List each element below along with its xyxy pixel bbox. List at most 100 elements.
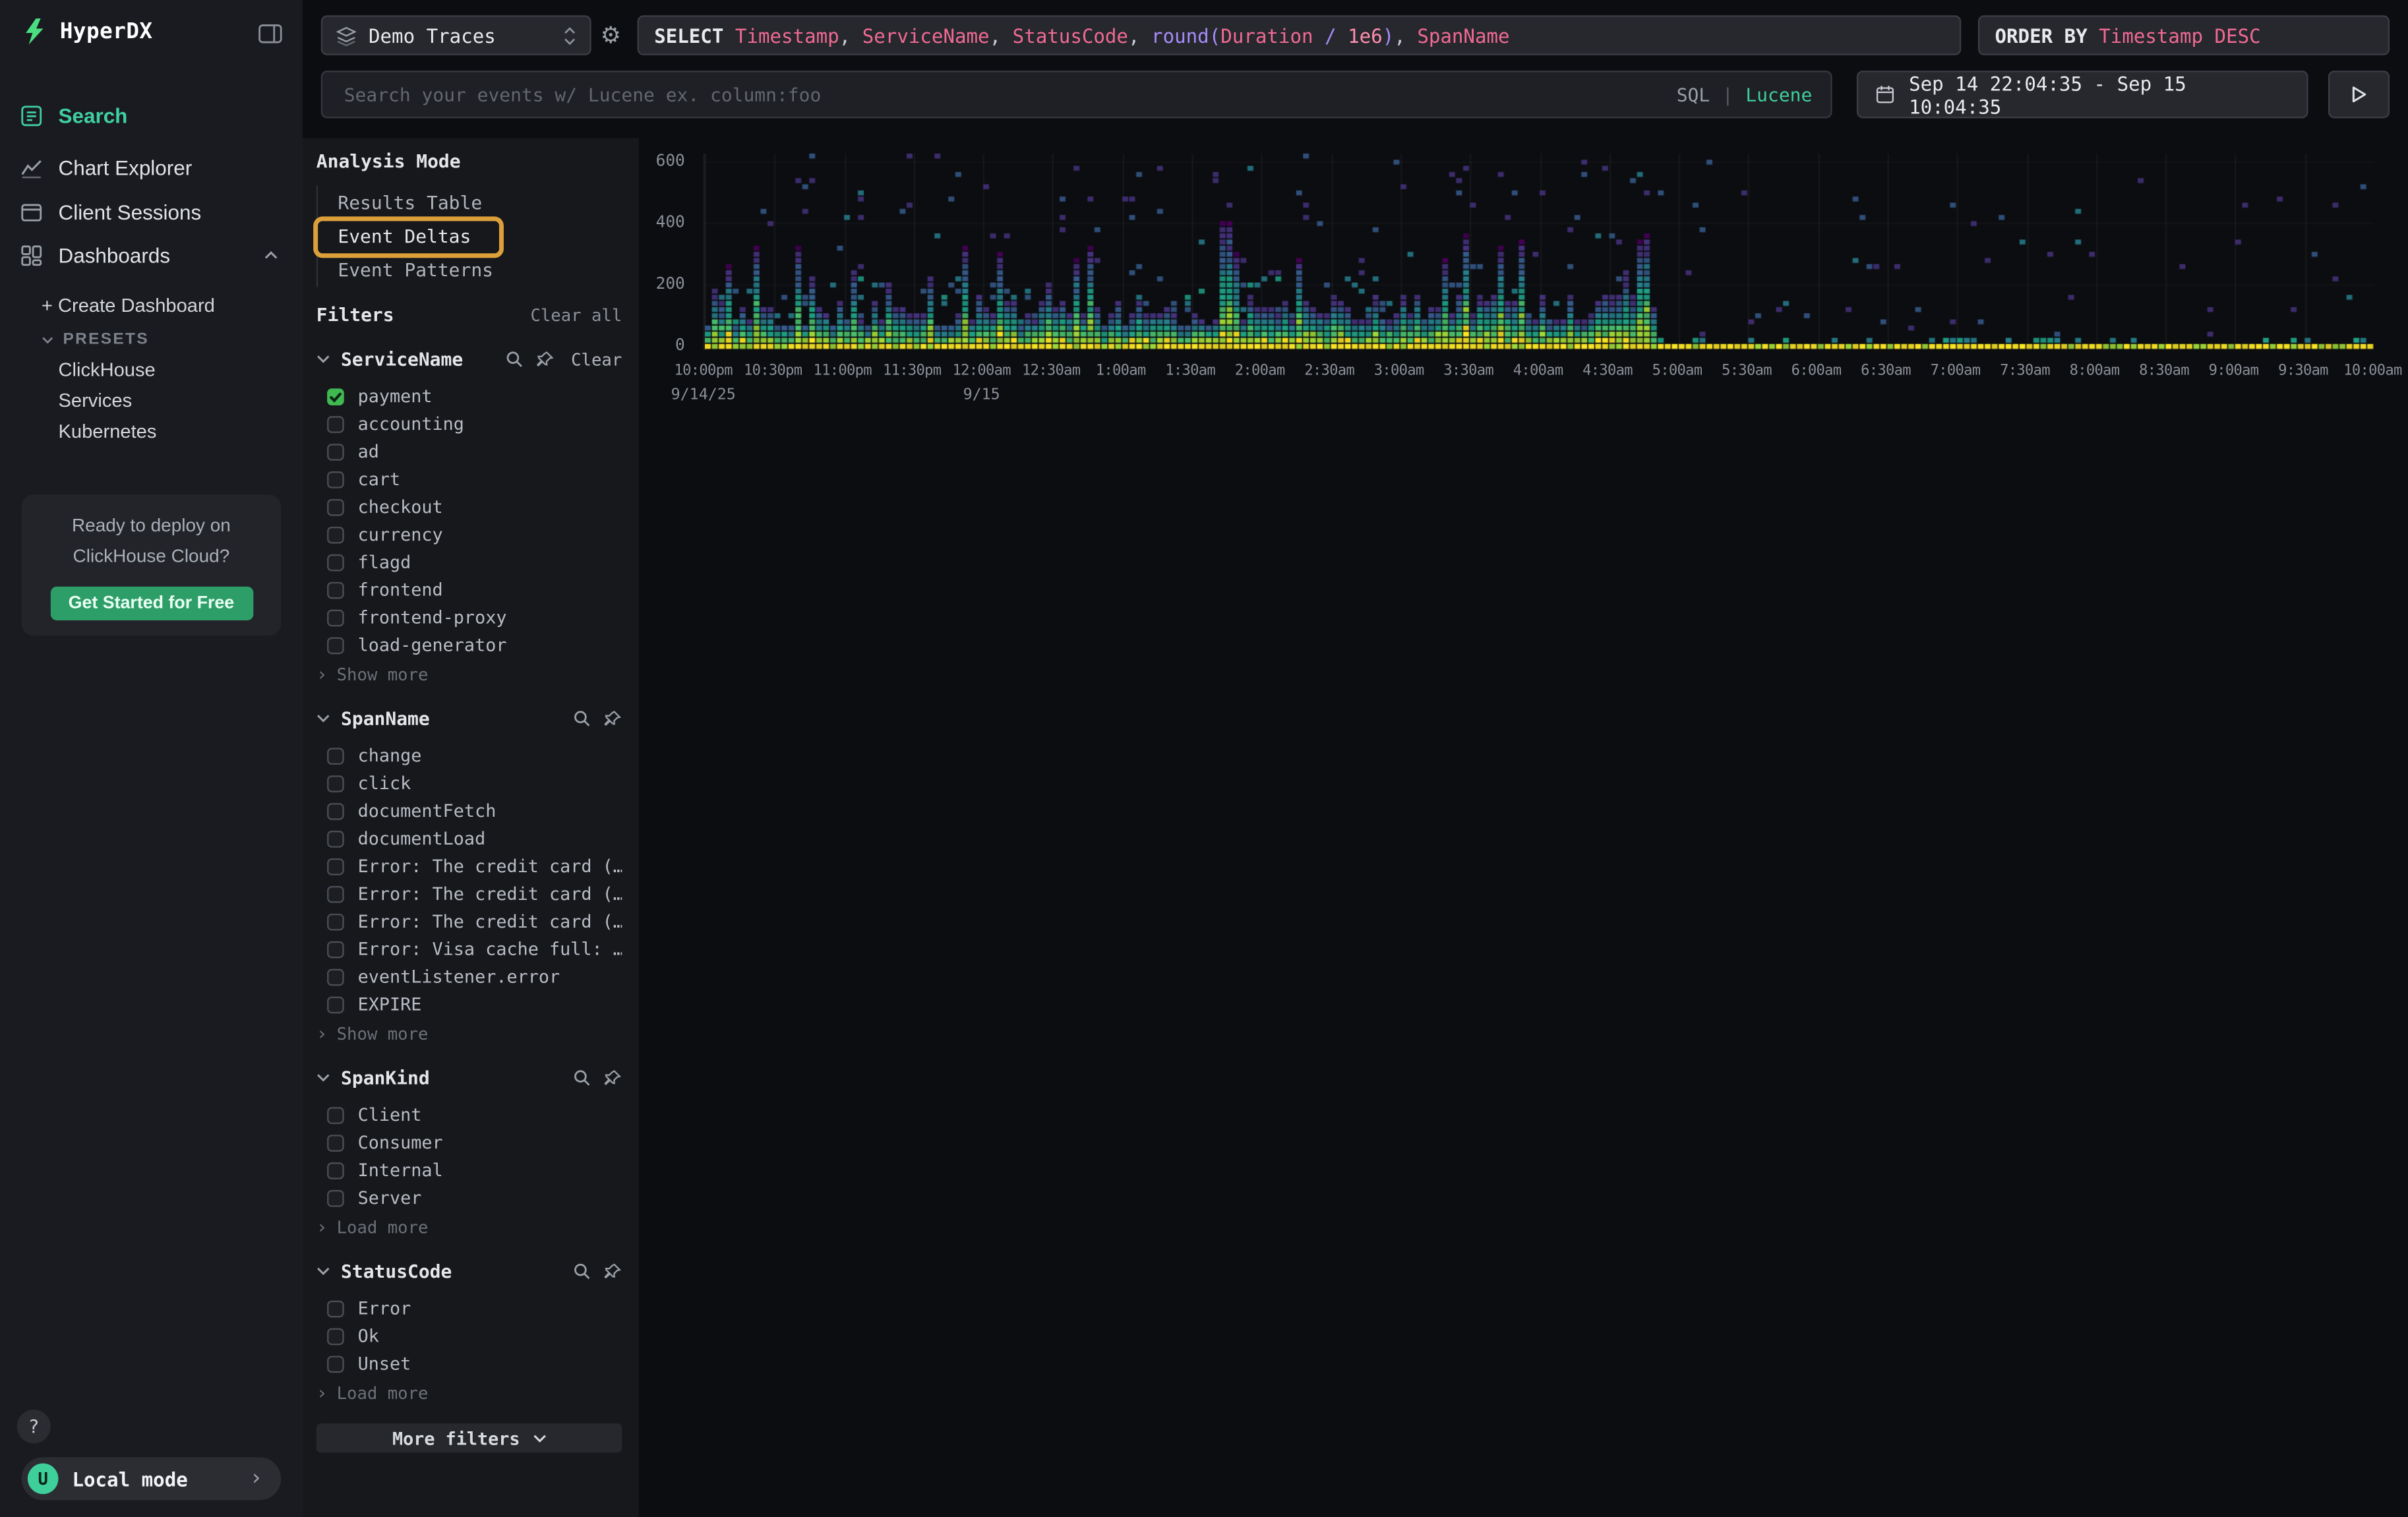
facet-option-server[interactable]: Server [316,1184,622,1212]
facet-option-flagd[interactable]: flagd [316,548,622,576]
search-input[interactable] [341,82,1664,107]
checkbox[interactable] [327,996,344,1013]
checkbox[interactable] [327,775,344,792]
checkbox[interactable] [327,415,344,432]
run-query-button[interactable] [2328,71,2390,118]
checkbox[interactable] [327,443,344,460]
facet-option-frontend-proxy[interactable]: frontend-proxy [316,603,622,631]
checkbox[interactable] [327,1106,344,1123]
presets-section-header[interactable]: PRESETS [42,330,149,349]
sidebar-item-search[interactable]: Search [0,94,303,136]
facet-option-error-the-credit-card[interactable]: Error: The credit card (… [316,852,622,880]
facet-option-documentfetch[interactable]: documentFetch [316,797,622,825]
app-logo[interactable]: HyperDX [22,18,153,45]
checkbox[interactable] [327,913,344,930]
facet-option-cart[interactable]: cart [316,465,622,493]
pin-icon[interactable] [603,709,622,728]
source-selector[interactable]: Demo Traces [321,15,591,55]
facet-option-eventlistener-error[interactable]: eventListener.error [316,963,622,990]
sidebar-collapse-icon[interactable] [258,23,282,45]
chevron-down-icon[interactable] [316,1073,330,1083]
sql-select-input[interactable]: SELECT Timestamp, ServiceName, StatusCod… [638,15,1962,55]
pin-icon[interactable] [536,350,555,369]
facet-show-more-button[interactable]: ›Show more [316,663,622,686]
facet-option-accounting[interactable]: accounting [316,410,622,438]
checkbox[interactable] [327,1328,344,1345]
facet-option-client[interactable]: Client [316,1101,622,1129]
search-icon[interactable] [573,709,591,728]
checkbox[interactable] [327,858,344,875]
checkbox-checked[interactable] [327,388,344,405]
sidebar-item-client-sessions[interactable]: Client Sessions [0,191,303,233]
checkbox[interactable] [327,609,344,626]
facet-option-error[interactable]: Error [316,1294,622,1322]
time-range-picker[interactable]: Sep 14 22:04:35 - Sep 15 10:04:35 [1857,71,2308,118]
checkbox[interactable] [327,526,344,543]
search-icon[interactable] [573,1069,591,1087]
user-menu[interactable]: U Local mode › [22,1457,282,1500]
checkbox[interactable] [327,1162,344,1179]
checkbox[interactable] [327,747,344,764]
gear-icon[interactable]: ⚙ [601,22,621,49]
facet-load-more-button[interactable]: ›Load more [316,1382,622,1405]
facet-option-unset[interactable]: Unset [316,1350,622,1377]
checkbox[interactable] [327,1134,344,1151]
sql-language-toggle[interactable]: SQL [1677,84,1710,105]
facet-option-change[interactable]: change [316,742,622,769]
pin-icon[interactable] [603,1263,622,1281]
chevron-down-icon[interactable] [316,355,330,364]
facet-clear-button[interactable]: Clear [571,349,622,369]
preset-item-kubernetes[interactable]: Kubernetes [59,421,157,442]
chevron-down-icon[interactable] [316,1267,330,1276]
checkbox[interactable] [327,471,344,488]
facet-option-checkout[interactable]: checkout [316,493,622,521]
checkbox[interactable] [327,1189,344,1206]
facet-option-documentload[interactable]: documentLoad [316,825,622,852]
get-started-button[interactable]: Get Started for Free [50,586,253,620]
analysis-option-event-deltas-annotated[interactable]: Event Deltas [318,221,498,253]
facet-option-expire[interactable]: EXPIRE [316,990,622,1018]
facet-option-payment[interactable]: payment [316,382,622,410]
facet-option-frontend[interactable]: frontend [316,576,622,603]
chevron-down-icon[interactable] [316,714,330,723]
search-icon[interactable] [573,1263,591,1281]
preset-item-services[interactable]: Services [59,390,133,412]
more-filters-button[interactable]: More filters [316,1423,622,1452]
facet-option-load-generator[interactable]: load-generator [316,631,622,659]
checkbox[interactable] [327,554,344,571]
checkbox[interactable] [327,802,344,819]
sidebar-item-chart-explorer[interactable]: Chart Explorer [0,146,303,189]
help-button[interactable]: ? [17,1410,51,1443]
facet-option-error-the-credit-card[interactable]: Error: The credit card (… [316,880,622,908]
facet-option-internal[interactable]: Internal [316,1156,622,1184]
clear-all-filters-button[interactable]: Clear all [530,305,622,324]
checkbox[interactable] [327,830,344,847]
checkbox[interactable] [327,941,344,958]
chevron-up-icon[interactable] [264,251,278,260]
checkbox[interactable] [327,636,344,653]
analysis-option-event-patterns[interactable]: Event Patterns [318,255,521,287]
create-dashboard-button[interactable]: + Create Dashboard [42,295,215,316]
analysis-option-results-table[interactable]: Results Table [318,187,510,220]
facet-option-error-the-credit-card[interactable]: Error: The credit card (… [316,907,622,935]
checkbox[interactable] [327,968,344,985]
duration-heatmap-canvas[interactable] [704,154,2374,350]
facet-option-ad[interactable]: ad [316,438,622,465]
facet-option-ok[interactable]: Ok [316,1322,622,1350]
facet-option-error-visa-cache-full[interactable]: Error: Visa cache full: … [316,935,622,963]
preset-item-clickhouse[interactable]: ClickHouse [59,359,156,381]
pin-icon[interactable] [603,1069,622,1087]
facet-option-currency[interactable]: currency [316,521,622,549]
checkbox[interactable] [327,885,344,903]
order-by-input[interactable]: ORDER BY Timestamp DESC [1978,15,2390,55]
search-icon[interactable] [505,350,524,369]
checkbox[interactable] [327,498,344,516]
checkbox[interactable] [327,1300,344,1317]
checkbox[interactable] [327,581,344,599]
facet-load-more-button[interactable]: ›Load more [316,1216,622,1239]
facet-show-more-button[interactable]: ›Show more [316,1023,622,1046]
facet-option-click[interactable]: click [316,769,622,797]
checkbox[interactable] [327,1355,344,1372]
lucene-language-toggle[interactable]: Lucene [1745,84,1812,105]
facet-option-consumer[interactable]: Consumer [316,1129,622,1156]
